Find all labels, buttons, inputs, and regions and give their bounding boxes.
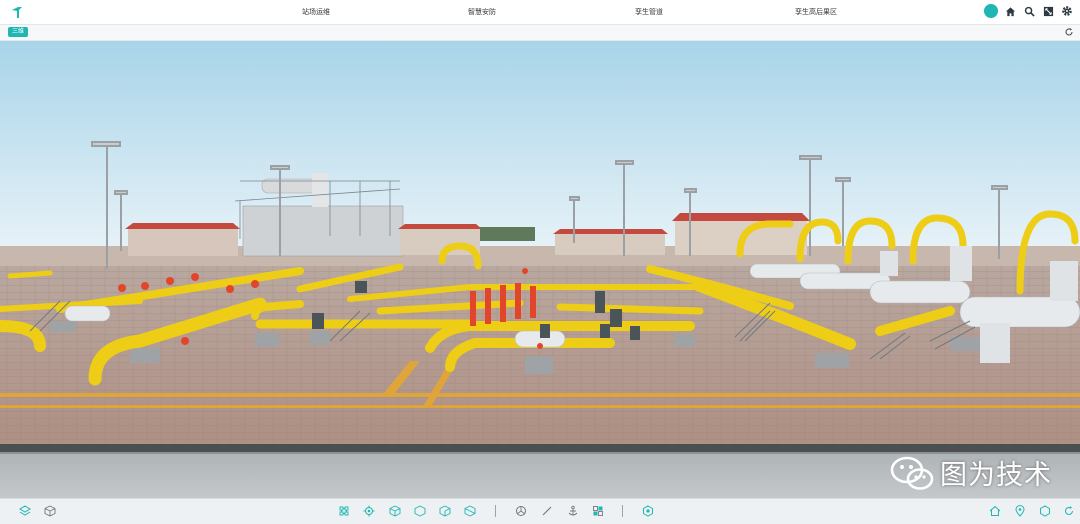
settings-icon[interactable] (1060, 4, 1074, 18)
cube-icon[interactable] (43, 504, 57, 518)
cube-icon[interactable] (388, 504, 402, 518)
app-logo-icon[interactable] (8, 3, 26, 21)
top-nav-bar: 站场运维 智慧安防 孪生管道 孪生高后果区 (0, 0, 1080, 25)
user-avatar[interactable] (984, 4, 998, 18)
toolbar-divider (622, 505, 623, 517)
cube-side-icon[interactable] (438, 504, 452, 518)
grid-icon[interactable] (591, 504, 605, 518)
home-icon[interactable] (1003, 4, 1017, 18)
3d-viewport[interactable] (0, 41, 1080, 498)
watermark-text: 图为技术 (940, 460, 1052, 491)
toolbar-divider (495, 505, 496, 517)
map-pin-icon[interactable] (1013, 504, 1027, 518)
nav-item-smart-security[interactable]: 智慧安防 (468, 7, 496, 17)
station-3d-scene (0, 41, 1080, 498)
cube-section-icon[interactable] (463, 504, 477, 518)
refresh-icon[interactable] (1064, 27, 1074, 37)
measure-icon[interactable] (514, 504, 528, 518)
nav-item-twin-high-risk-area[interactable]: 孪生高后果区 (795, 7, 837, 17)
line-icon[interactable] (540, 504, 554, 518)
watermark: 图为技术 (890, 453, 1052, 492)
nav-item-station-ops[interactable]: 站场运维 (302, 7, 330, 17)
locate-icon[interactable] (362, 504, 376, 518)
bottom-toolbar (0, 498, 1080, 524)
home-icon[interactable] (988, 504, 1002, 518)
nav-item-twin-pipeline[interactable]: 孪生管道 (635, 7, 663, 17)
wechat-icon (890, 456, 934, 490)
hexagon-outline-icon[interactable] (1038, 504, 1052, 518)
hexagon-icon[interactable] (641, 504, 655, 518)
rotate-icon[interactable] (1062, 504, 1076, 518)
cube-outline-icon[interactable] (413, 504, 427, 518)
tree-icon[interactable] (337, 504, 351, 518)
anchor-icon[interactable] (566, 504, 580, 518)
layers-icon[interactable] (18, 504, 32, 518)
search-icon[interactable] (1022, 4, 1036, 18)
view-mode-bar: 三维 (0, 25, 1080, 41)
3d-mode-button[interactable]: 三维 (8, 27, 29, 37)
fullscreen-icon[interactable] (1041, 4, 1055, 18)
